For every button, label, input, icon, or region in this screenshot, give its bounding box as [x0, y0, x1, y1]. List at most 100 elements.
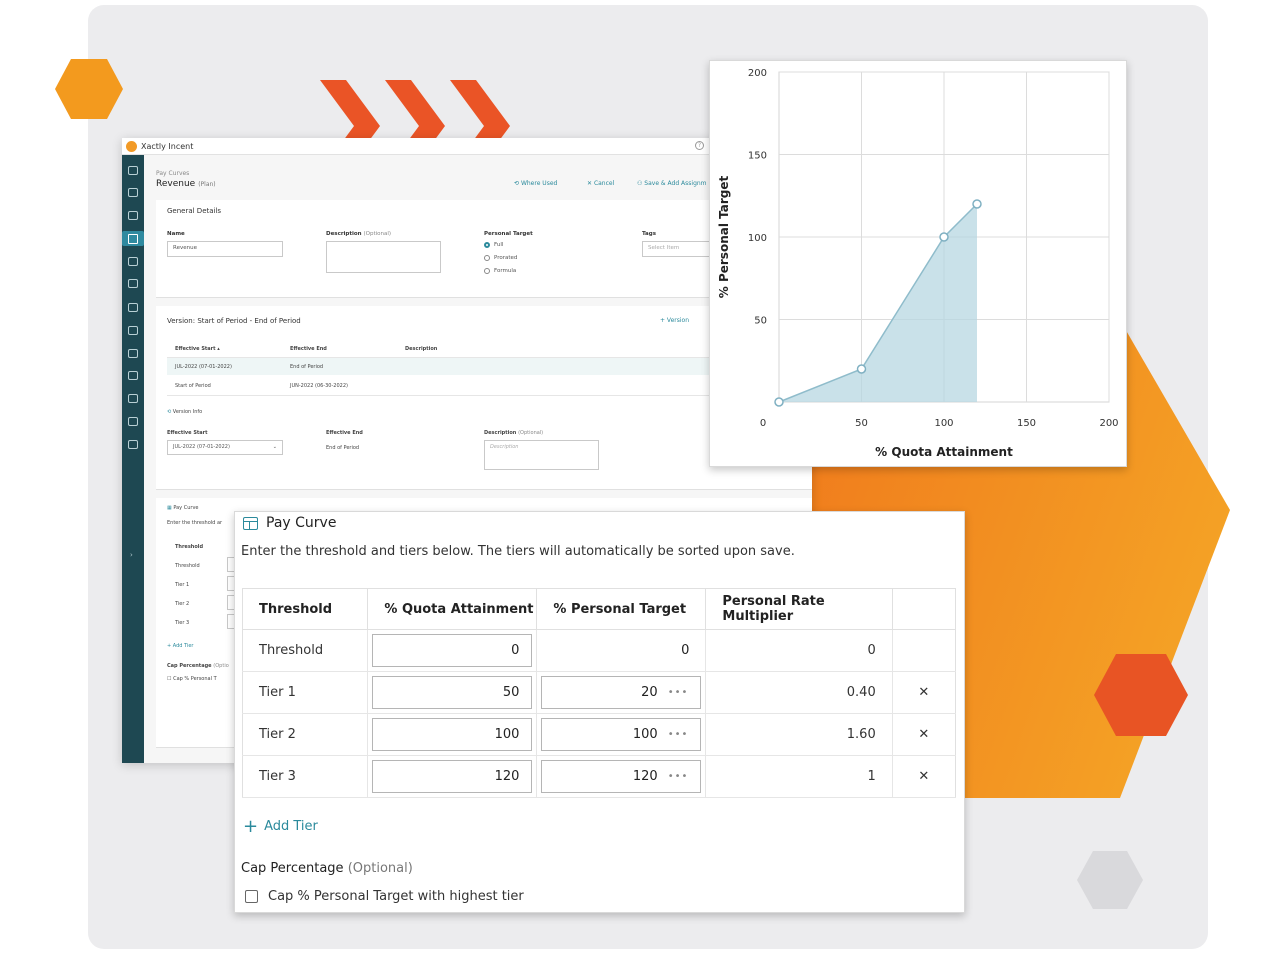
- delete-row-icon[interactable]: ✕: [892, 671, 956, 714]
- home-icon[interactable]: [128, 166, 138, 175]
- pay-curve-chart: 0 50 100 150 200 50 100 150 200 % Quota Attainmen…: [709, 60, 1127, 467]
- add-tier-button[interactable]: + Add Tier: [243, 816, 318, 837]
- more-icon[interactable]: •••: [668, 687, 689, 698]
- quota-input[interactable]: 50: [372, 676, 533, 709]
- description-field[interactable]: [326, 241, 441, 273]
- sort-icon[interactable]: [128, 394, 138, 403]
- clipboard-icon[interactable]: [128, 257, 138, 266]
- chart-svg: 0 50 100 150 200 50 100 150 200 % Quota Attainmen…: [717, 68, 1119, 459]
- pay-curve-description: Enter the threshold and tiers below. The…: [241, 544, 795, 559]
- delete-row-icon[interactable]: ✕: [892, 713, 956, 756]
- data-point: [939, 232, 949, 242]
- general-details-heading: General Details: [167, 207, 222, 215]
- col-personal-target: % Personal Target: [536, 588, 707, 630]
- version-desc-label: Description (Optional): [484, 430, 544, 436]
- version-row-2-start[interactable]: Start of Period: [175, 383, 211, 389]
- more-icon[interactable]: •••: [668, 729, 689, 740]
- marketing-composition: Xactly Incent ? › Pay Curves Revenue (Pla…: [0, 0, 1280, 960]
- where-used-button[interactable]: ⟲ Where Used: [514, 180, 557, 187]
- org-chart-icon[interactable]: [128, 188, 138, 197]
- version-desc-field[interactable]: Description: [484, 440, 599, 470]
- breadcrumb[interactable]: Pay Curves: [156, 170, 189, 177]
- pay-curve-title: Pay Curve: [266, 515, 337, 531]
- y-tick-label: 100: [748, 233, 767, 244]
- mini-row-tier3: Tier 3: [175, 620, 190, 626]
- quota-input[interactable]: 0: [372, 634, 533, 667]
- expand-chevron-icon[interactable]: ›: [130, 551, 133, 559]
- target-input[interactable]: 100 •••: [541, 718, 702, 751]
- cap-checkbox[interactable]: Cap % Personal Target with highest tier: [245, 889, 524, 904]
- name-field[interactable]: Revenue: [167, 241, 283, 257]
- mini-cap-checkbox[interactable]: ☐ Cap % Personal T: [167, 676, 217, 682]
- description-label: Description (Optional): [326, 231, 392, 237]
- table-row: Threshold 0 0 0: [242, 629, 956, 672]
- y-axis-title: % Personal Target: [717, 175, 731, 298]
- multiplier-value: 0.40: [705, 671, 893, 714]
- app-name: Xactly Incent: [141, 141, 194, 151]
- table-header-row: Threshold % Quota Attainment % Personal …: [242, 588, 956, 630]
- target-input[interactable]: 20 •••: [541, 676, 702, 709]
- document-icon[interactable]: [128, 326, 138, 335]
- eff-end-value: End of Period: [326, 445, 360, 451]
- multiplier-value: 1: [705, 755, 893, 798]
- version-row-2-end: JUN-2022 (06-30-2022): [290, 383, 348, 389]
- mini-description: Enter the threshold ar: [167, 520, 223, 526]
- pay-curves-icon[interactable]: [122, 231, 144, 246]
- mini-row-tier2: Tier 2: [175, 601, 190, 607]
- x-tick-label: 100: [934, 418, 953, 429]
- help-icon[interactable]: ?: [695, 141, 704, 150]
- gear-icon[interactable]: [128, 440, 138, 449]
- mini-table-icon: ▦ Pay Curve: [167, 505, 199, 511]
- cap-percentage-label: Cap Percentage (Optional): [241, 861, 413, 876]
- col-effective-start[interactable]: Effective Start ▴: [175, 346, 220, 352]
- coins-icon[interactable]: [128, 371, 138, 380]
- data-point: [972, 199, 982, 209]
- layers-icon[interactable]: [128, 279, 138, 288]
- quota-input[interactable]: 120: [372, 760, 533, 793]
- version-info-label: ⟲ Version Info: [167, 409, 203, 415]
- mini-add-tier-button[interactable]: + Add Tier: [167, 643, 193, 649]
- sliders-icon[interactable]: [128, 417, 138, 426]
- y-tick-label: 200: [748, 68, 767, 79]
- xactly-logo-icon: [126, 140, 137, 152]
- row-name: Tier 3: [242, 755, 369, 798]
- row-name: Tier 2: [242, 713, 369, 756]
- target-value: 0: [681, 643, 690, 658]
- add-version-button[interactable]: + Version: [660, 317, 689, 324]
- mini-row-tier1: Tier 1: [175, 582, 190, 588]
- col-description: Description: [405, 346, 438, 352]
- data-point: [856, 364, 867, 374]
- version-row-1-end: End of Period: [290, 364, 324, 370]
- edit-icon[interactable]: [128, 349, 138, 358]
- radio-prorated[interactable]: Prorated: [484, 255, 517, 261]
- target-input[interactable]: 120 •••: [541, 760, 702, 793]
- data-point: [774, 397, 784, 407]
- y-tick-label: 150: [748, 151, 767, 162]
- y-tick-label: 50: [754, 316, 767, 327]
- radio-formula[interactable]: Formula: [484, 268, 516, 274]
- save-add-button[interactable]: ⚇ Save & Add Assignm: [637, 180, 707, 187]
- red-hexagon-decoration: [1094, 654, 1188, 736]
- more-icon[interactable]: •••: [668, 771, 689, 782]
- delete-row-icon[interactable]: ✕: [892, 755, 956, 798]
- col-rate-multiplier: Personal Rate Multiplier: [705, 588, 893, 630]
- cancel-button[interactable]: ✕ Cancel: [587, 180, 614, 187]
- checkbox-icon[interactable]: [245, 890, 258, 903]
- table-row: Tier 2 100 100 ••• 1.60 ✕: [242, 713, 956, 756]
- col-actions: [892, 588, 956, 630]
- radio-full[interactable]: Full: [484, 242, 503, 248]
- multiplier-value: 1.60: [705, 713, 893, 756]
- x-tick-label: 0: [760, 418, 766, 429]
- row-name: Tier 1: [242, 671, 369, 714]
- table-icon[interactable]: [128, 211, 138, 220]
- x-tick-label: 50: [855, 418, 868, 429]
- mini-row-threshold: Threshold: [175, 563, 200, 569]
- quota-input[interactable]: 100: [372, 718, 533, 751]
- table-icon: [243, 517, 258, 530]
- pay-curve-panel: Pay Curve Enter the threshold and tiers …: [234, 511, 965, 913]
- x-axis-title: % Quota Attainment: [875, 445, 1013, 459]
- list-icon[interactable]: [128, 303, 138, 312]
- eff-start-select[interactable]: JUL-2022 (07-01-2022) ⌄: [167, 440, 283, 455]
- tags-label: Tags: [642, 231, 656, 237]
- col-quota-attainment: % Quota Attainment: [367, 588, 538, 630]
